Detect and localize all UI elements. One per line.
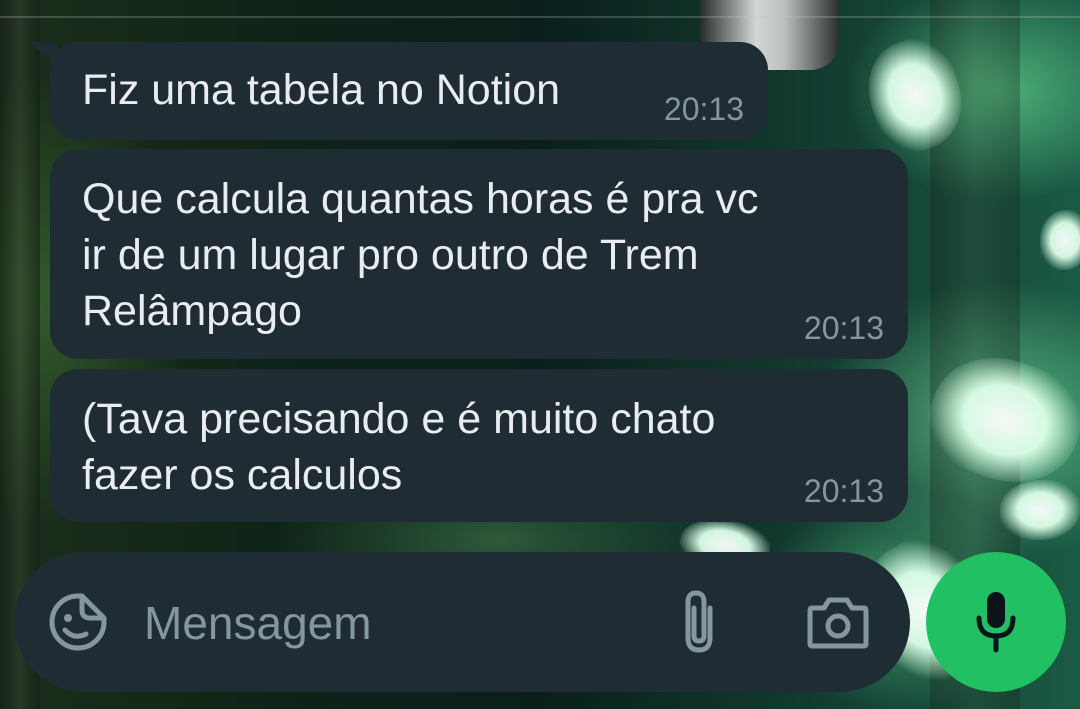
message-composer — [14, 552, 910, 692]
message-time: 20:13 — [803, 310, 884, 346]
message-time: 20:13 — [803, 473, 884, 509]
top-divider — [0, 16, 1080, 18]
wallpaper-leaf — [1040, 210, 1080, 270]
sticker-emoji-icon[interactable] — [48, 592, 108, 652]
chat-screen: Fiz uma tabela no Notion 20:13 Que calcu… — [0, 0, 1080, 709]
message-time: 20:13 — [663, 91, 744, 127]
message-text: Que calcula quantas horas é pra vc ir de… — [82, 175, 759, 335]
message-bubble[interactable]: Que calcula quantas horas é pra vc ir de… — [50, 149, 908, 359]
wallpaper-leaf — [1000, 480, 1080, 540]
message-input[interactable] — [144, 588, 644, 658]
camera-icon[interactable] — [806, 594, 870, 650]
message-text: Fiz uma tabela no Notion — [82, 66, 561, 114]
paperclip-icon[interactable] — [674, 586, 724, 656]
message-bubble[interactable]: Fiz uma tabela no Notion 20:13 — [50, 42, 768, 140]
message-bubble[interactable]: (Tava precisando e é muito chato fazer o… — [50, 369, 908, 522]
voice-record-button[interactable] — [926, 552, 1066, 692]
microphone-icon — [974, 590, 1018, 654]
message-text: (Tava precisando e é muito chato fazer o… — [82, 395, 716, 499]
